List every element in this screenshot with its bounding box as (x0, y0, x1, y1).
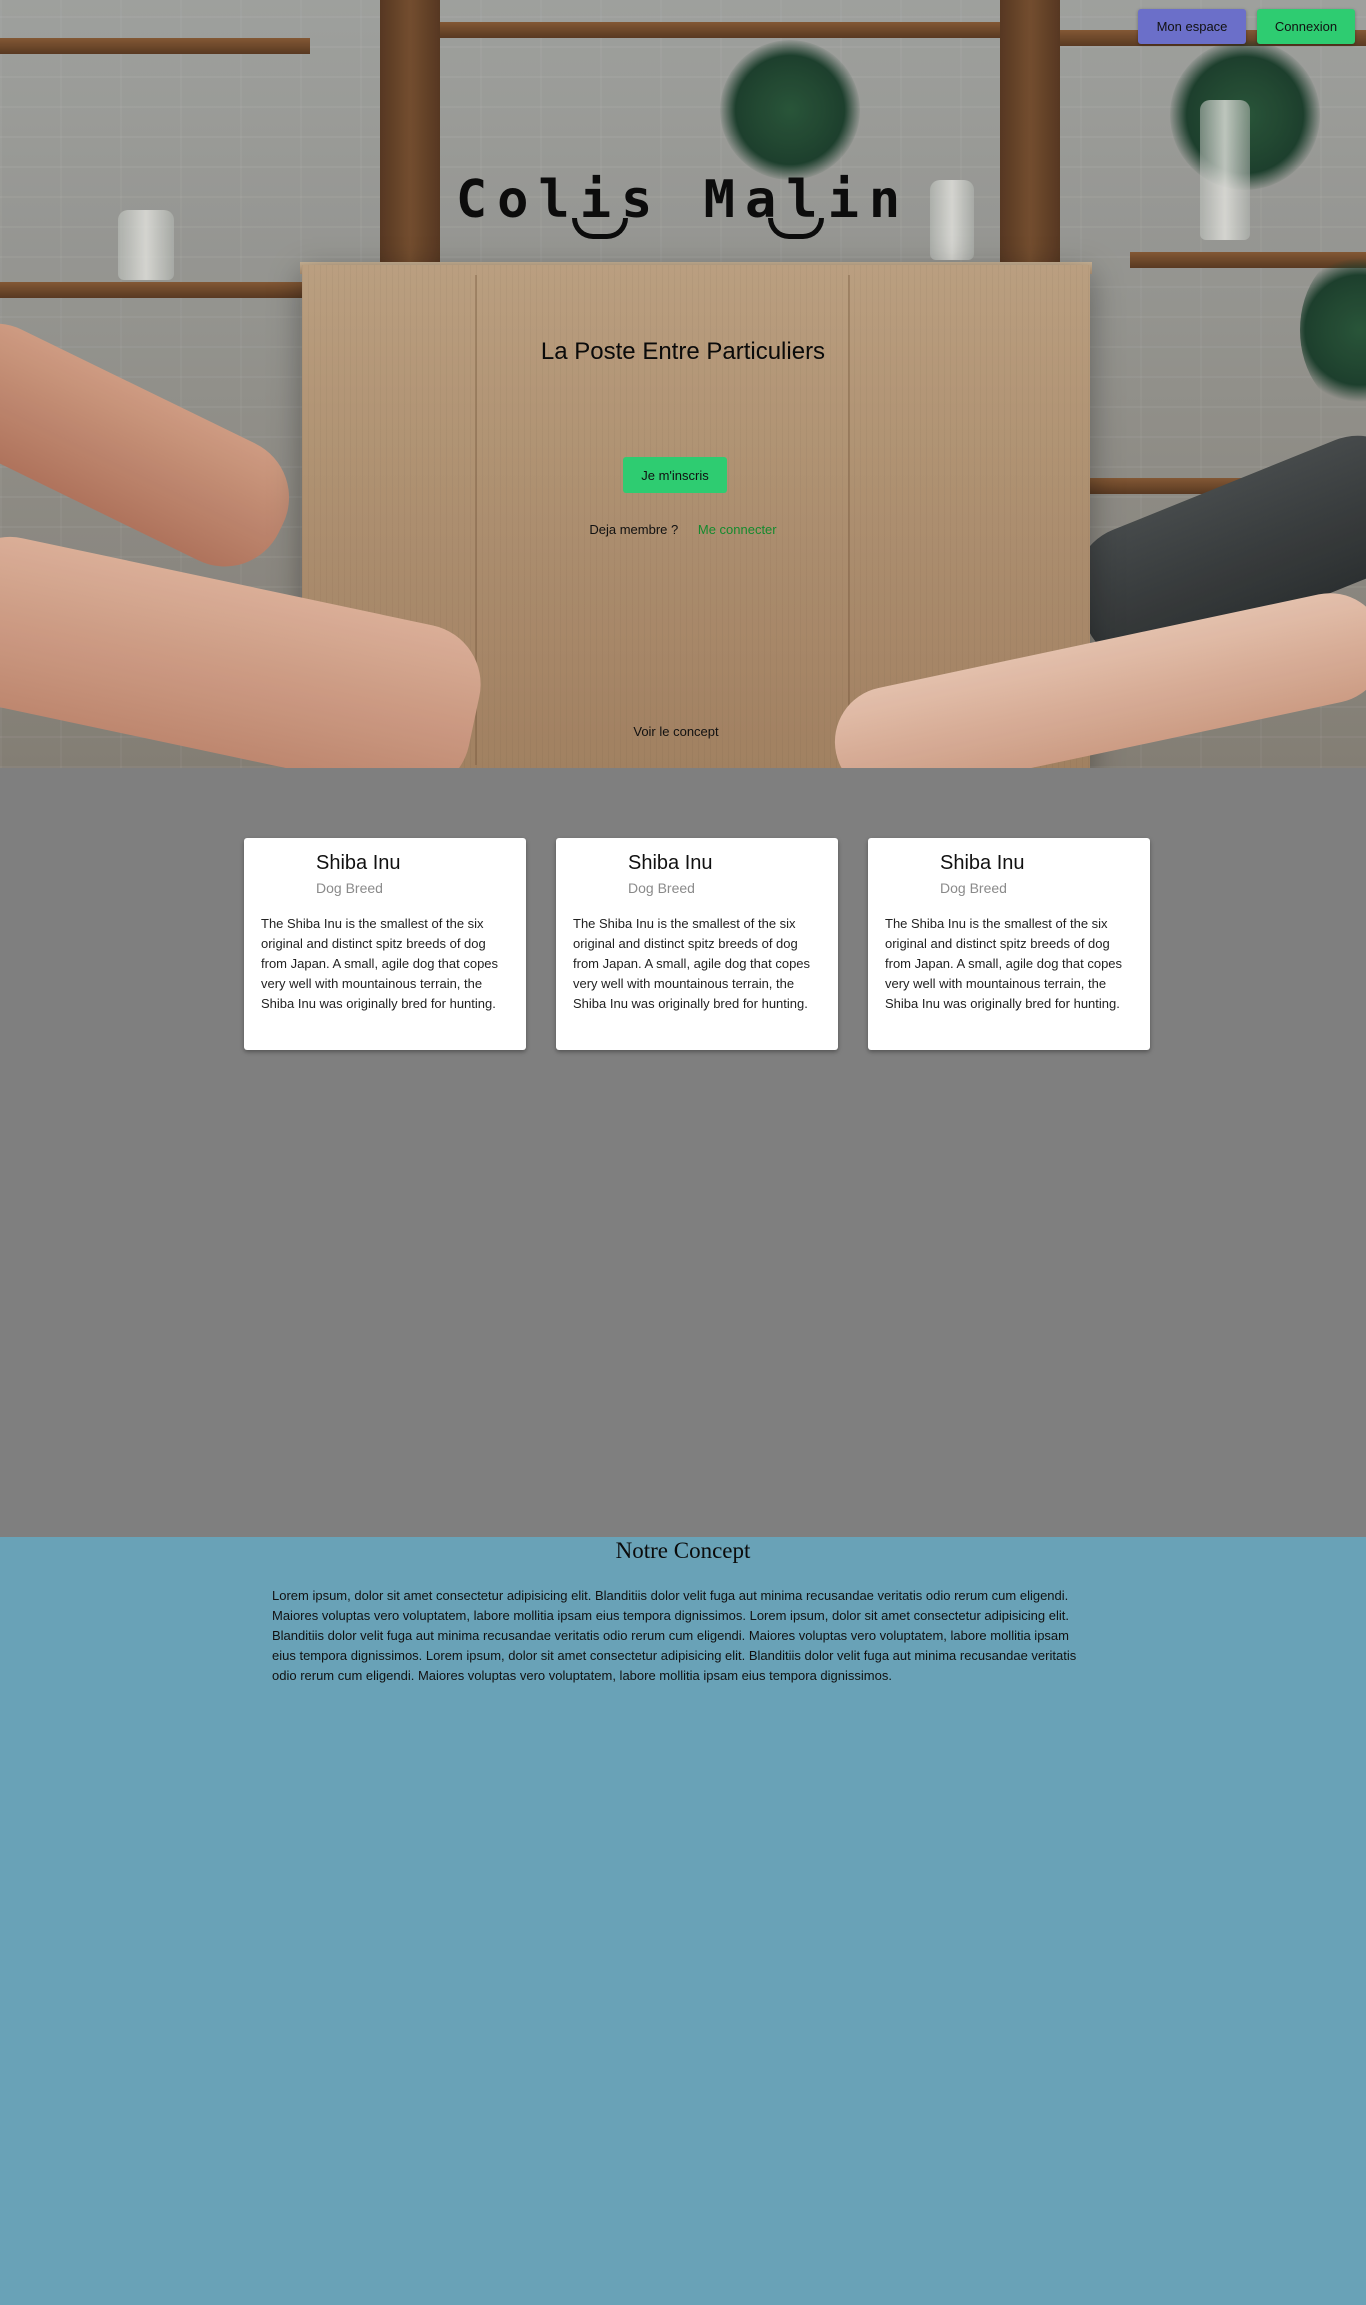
member-prompt: Deja membre ? (589, 522, 679, 537)
card-title: Shiba Inu (940, 852, 1025, 874)
card-text: The Shiba Inu is the smallest of the six… (261, 916, 499, 1011)
card-title: Shiba Inu (628, 852, 713, 874)
card-text: The Shiba Inu is the smallest of the six… (573, 916, 811, 1011)
member-row: Deja membre ? Me connecter (0, 522, 1366, 537)
card-subtitle: Dog Breed (316, 880, 383, 896)
signup-button[interactable]: Je m'inscris (623, 457, 727, 493)
hero-overlay (0, 0, 1366, 768)
card-text: The Shiba Inu is the smallest of the six… (885, 916, 1123, 1011)
card: Shiba Inu Dog Breed The Shiba Inu is the… (244, 838, 526, 1050)
hero-section (0, 0, 1366, 768)
card: Shiba Inu Dog Breed The Shiba Inu is the… (868, 838, 1150, 1050)
card: Shiba Inu Dog Breed The Shiba Inu is the… (556, 838, 838, 1050)
cards-section: Shiba Inu Dog Breed The Shiba Inu is the… (244, 838, 1152, 1050)
card-title: Shiba Inu (316, 852, 401, 874)
card-subtitle: Dog Breed (628, 880, 695, 896)
card-subtitle: Dog Breed (940, 880, 1007, 896)
concept-title: Notre Concept (615, 1538, 751, 1563)
see-concept-link[interactable]: Voir le concept (0, 724, 1352, 739)
login-link[interactable]: Me connecter (698, 522, 777, 537)
hero-subtitle: La Poste Entre Particuliers (540, 338, 826, 365)
concept-text: Lorem ipsum, dolor sit amet consectetur … (272, 1588, 1077, 1683)
connexion-button[interactable]: Connexion (1257, 9, 1355, 44)
mon-espace-button[interactable]: Mon espace (1138, 9, 1246, 44)
site-logo: Colis Malin (455, 170, 911, 230)
